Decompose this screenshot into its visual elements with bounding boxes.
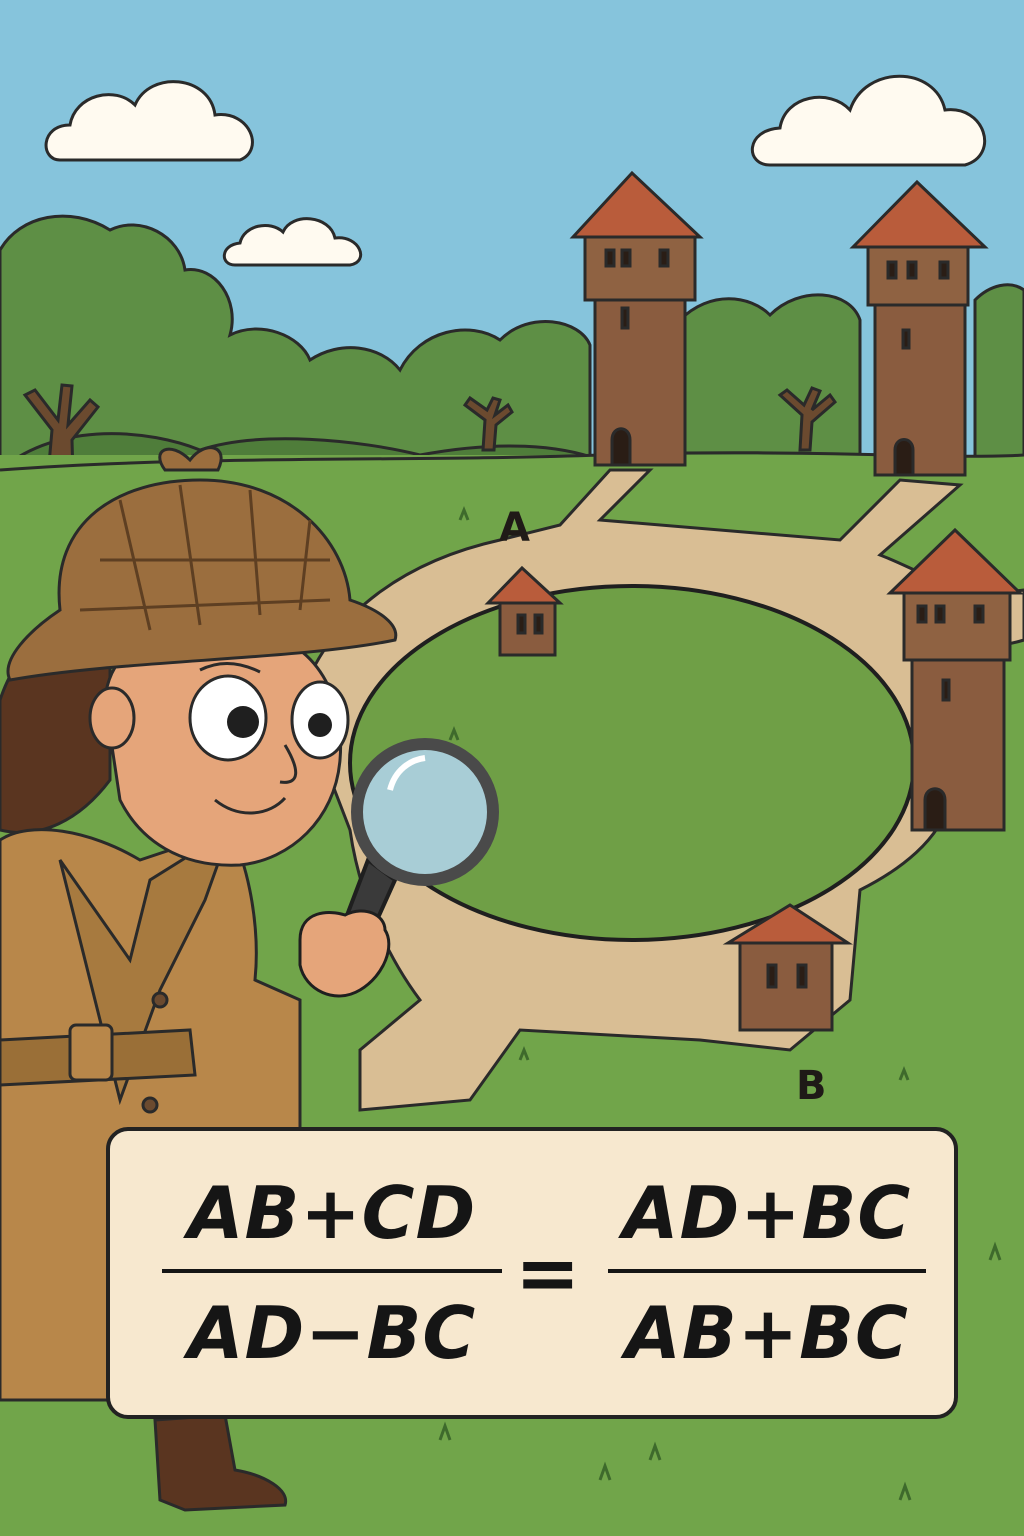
point-b-label: B [796, 1063, 827, 1109]
coat-button [141, 1096, 159, 1114]
left-numerator: AB+CD [187, 1171, 477, 1255]
left-fraction-bar [162, 1269, 502, 1273]
equals-sign: = [515, 1229, 581, 1319]
right-denominator: AB+BC [625, 1291, 909, 1375]
ear [88, 686, 136, 750]
right-fraction-bar [608, 1269, 926, 1273]
right-pupil [308, 713, 332, 737]
belt-buckle [68, 1023, 114, 1082]
left-pupil [227, 706, 259, 738]
right-numerator: AD+BC [622, 1171, 912, 1255]
formula-card: AB+CD AD−BC = AD+BC AB+BC [106, 1127, 958, 1419]
point-a-label: A [499, 505, 530, 551]
coat-button [151, 991, 169, 1009]
left-denominator: AD−BC [187, 1291, 477, 1375]
